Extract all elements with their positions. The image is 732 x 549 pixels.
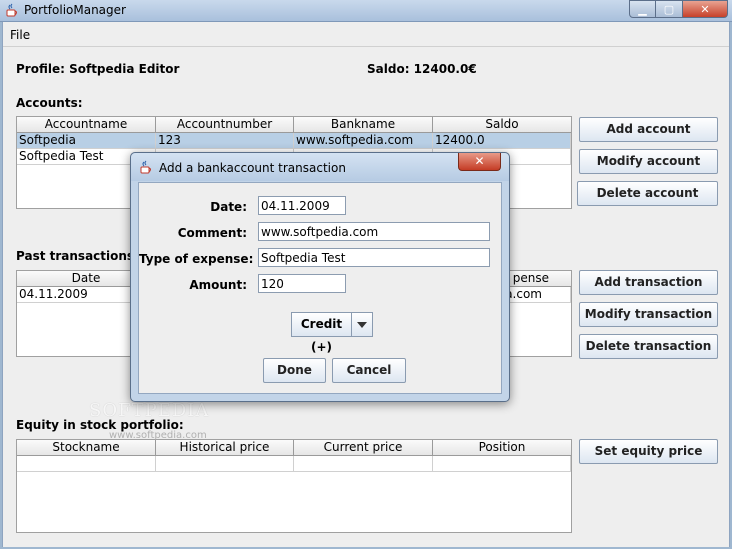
modify-account-button[interactable]: Modify account	[579, 149, 718, 174]
amount-label: Amount:	[189, 278, 247, 292]
date-field[interactable]	[258, 196, 346, 215]
minimize-icon: ▁	[638, 2, 647, 16]
table-cell	[156, 456, 294, 472]
type-of-expense-label: Type of expense:	[139, 252, 254, 266]
credit-select-value: Credit (+)	[291, 312, 351, 354]
close-icon: ✕	[474, 154, 485, 168]
dialog-body: Date: Comment: Type of expense: Amount: …	[138, 182, 502, 394]
dialog-titlebar[interactable]: Add a bankaccount transaction ✕	[131, 153, 509, 181]
dialog-close-button[interactable]: ✕	[458, 153, 501, 171]
accounts-label: Accounts:	[16, 96, 83, 110]
table-cell: Softpedia	[17, 133, 156, 149]
table-cell: www.softpedia.com	[294, 133, 433, 149]
dropdown-arrow-icon	[357, 321, 367, 328]
add-account-button[interactable]: Add account	[579, 117, 718, 142]
column-header-accountname[interactable]: Accountname	[17, 117, 156, 133]
modify-transaction-button[interactable]: Modify transaction	[579, 302, 718, 327]
dialog-title: Add a bankaccount transaction	[159, 161, 346, 175]
column-header-current-price[interactable]: Current price	[294, 440, 433, 456]
column-header-historical-price[interactable]: Historical price	[156, 440, 294, 456]
table-cell: 12400.0	[433, 133, 571, 149]
softpedia-watermark-url: www.softpedia.com	[109, 430, 207, 441]
set-equity-price-button[interactable]: Set equity price	[579, 439, 718, 464]
table-cell: 123	[156, 133, 294, 149]
column-header-bankname[interactable]: Bankname	[294, 117, 433, 133]
done-button[interactable]: Done	[263, 358, 326, 383]
equity-table[interactable]: Stockname Historical price Current price…	[16, 439, 572, 533]
close-icon: ✕	[700, 2, 710, 16]
close-window-button[interactable]: ✕	[683, 0, 728, 18]
main-titlebar[interactable]: PortfolioManager ▁ ▢ ✕	[0, 0, 732, 22]
column-header-saldo[interactable]: Saldo	[433, 117, 571, 133]
softpedia-watermark: SOFTPEDIA	[89, 400, 210, 421]
past-transactions-label: Past transactions:	[16, 249, 139, 263]
credit-debit-select[interactable]: Credit (+)	[291, 312, 373, 354]
saldo-label: Saldo: 12400.0€	[367, 62, 477, 76]
add-transaction-button[interactable]: Add transaction	[579, 270, 718, 295]
table-cell	[17, 456, 156, 472]
comment-label: Comment:	[177, 226, 247, 240]
chevron-down-icon[interactable]	[351, 312, 373, 337]
column-header-stockname[interactable]: Stockname	[17, 440, 156, 456]
maximize-button[interactable]: ▢	[656, 0, 683, 18]
add-transaction-dialog: Add a bankaccount transaction ✕ Date: Co…	[130, 152, 510, 402]
amount-field[interactable]	[258, 274, 346, 293]
table-cell	[294, 456, 433, 472]
minimize-button[interactable]: ▁	[629, 0, 656, 18]
java-cup-icon	[140, 160, 151, 174]
column-header-position[interactable]: Position	[433, 440, 571, 456]
table-row[interactable]: Softpedia 123 www.softpedia.com 12400.0	[17, 133, 571, 149]
table-row[interactable]	[17, 456, 571, 472]
window-title: PortfolioManager	[24, 3, 126, 17]
window-controls: ▁ ▢ ✕	[629, 0, 728, 18]
date-label: Date:	[210, 200, 247, 214]
delete-account-button[interactable]: Delete account	[577, 181, 718, 206]
menu-file[interactable]: File	[10, 28, 30, 42]
equity-table-header: Stockname Historical price Current price…	[17, 440, 571, 456]
maximize-icon: ▢	[663, 2, 675, 16]
accounts-table-header: Accountname Accountnumber Bankname Saldo	[17, 117, 571, 133]
comment-field[interactable]	[258, 222, 490, 241]
profile-label: Profile: Softpedia Editor	[16, 62, 180, 76]
type-of-expense-field[interactable]	[258, 248, 490, 267]
column-header-accountnumber[interactable]: Accountnumber	[156, 117, 294, 133]
delete-transaction-button[interactable]: Delete transaction	[579, 334, 718, 359]
menu-bar: File	[3, 22, 729, 47]
java-cup-icon	[6, 3, 17, 17]
table-cell	[433, 456, 571, 472]
cancel-button[interactable]: Cancel	[332, 358, 406, 383]
